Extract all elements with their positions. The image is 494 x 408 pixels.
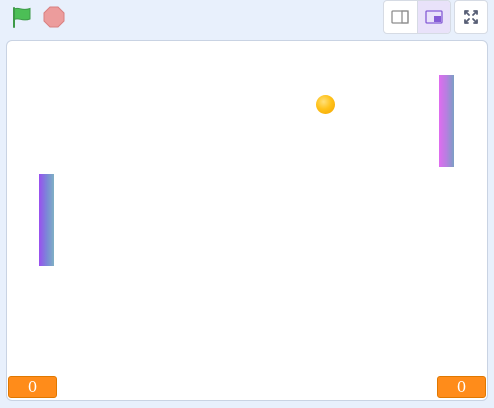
small-stage-icon [391, 10, 410, 24]
right-score-display: 0 [437, 376, 486, 398]
stage-canvas[interactable]: 0 0 [6, 40, 488, 401]
normal-stage-button[interactable] [416, 1, 450, 33]
right-paddle [439, 75, 454, 167]
left-paddle [39, 174, 54, 266]
ball [316, 95, 335, 114]
normal-stage-icon [425, 10, 443, 24]
stage-size-toggle [383, 0, 451, 34]
fullscreen-button[interactable] [454, 0, 488, 34]
green-flag-icon[interactable] [10, 5, 34, 29]
stop-sign-icon[interactable] [42, 5, 66, 29]
fullscreen-icon [464, 10, 478, 24]
stage-header [0, 0, 494, 38]
small-stage-button[interactable] [384, 1, 417, 33]
left-score-display: 0 [8, 376, 57, 398]
